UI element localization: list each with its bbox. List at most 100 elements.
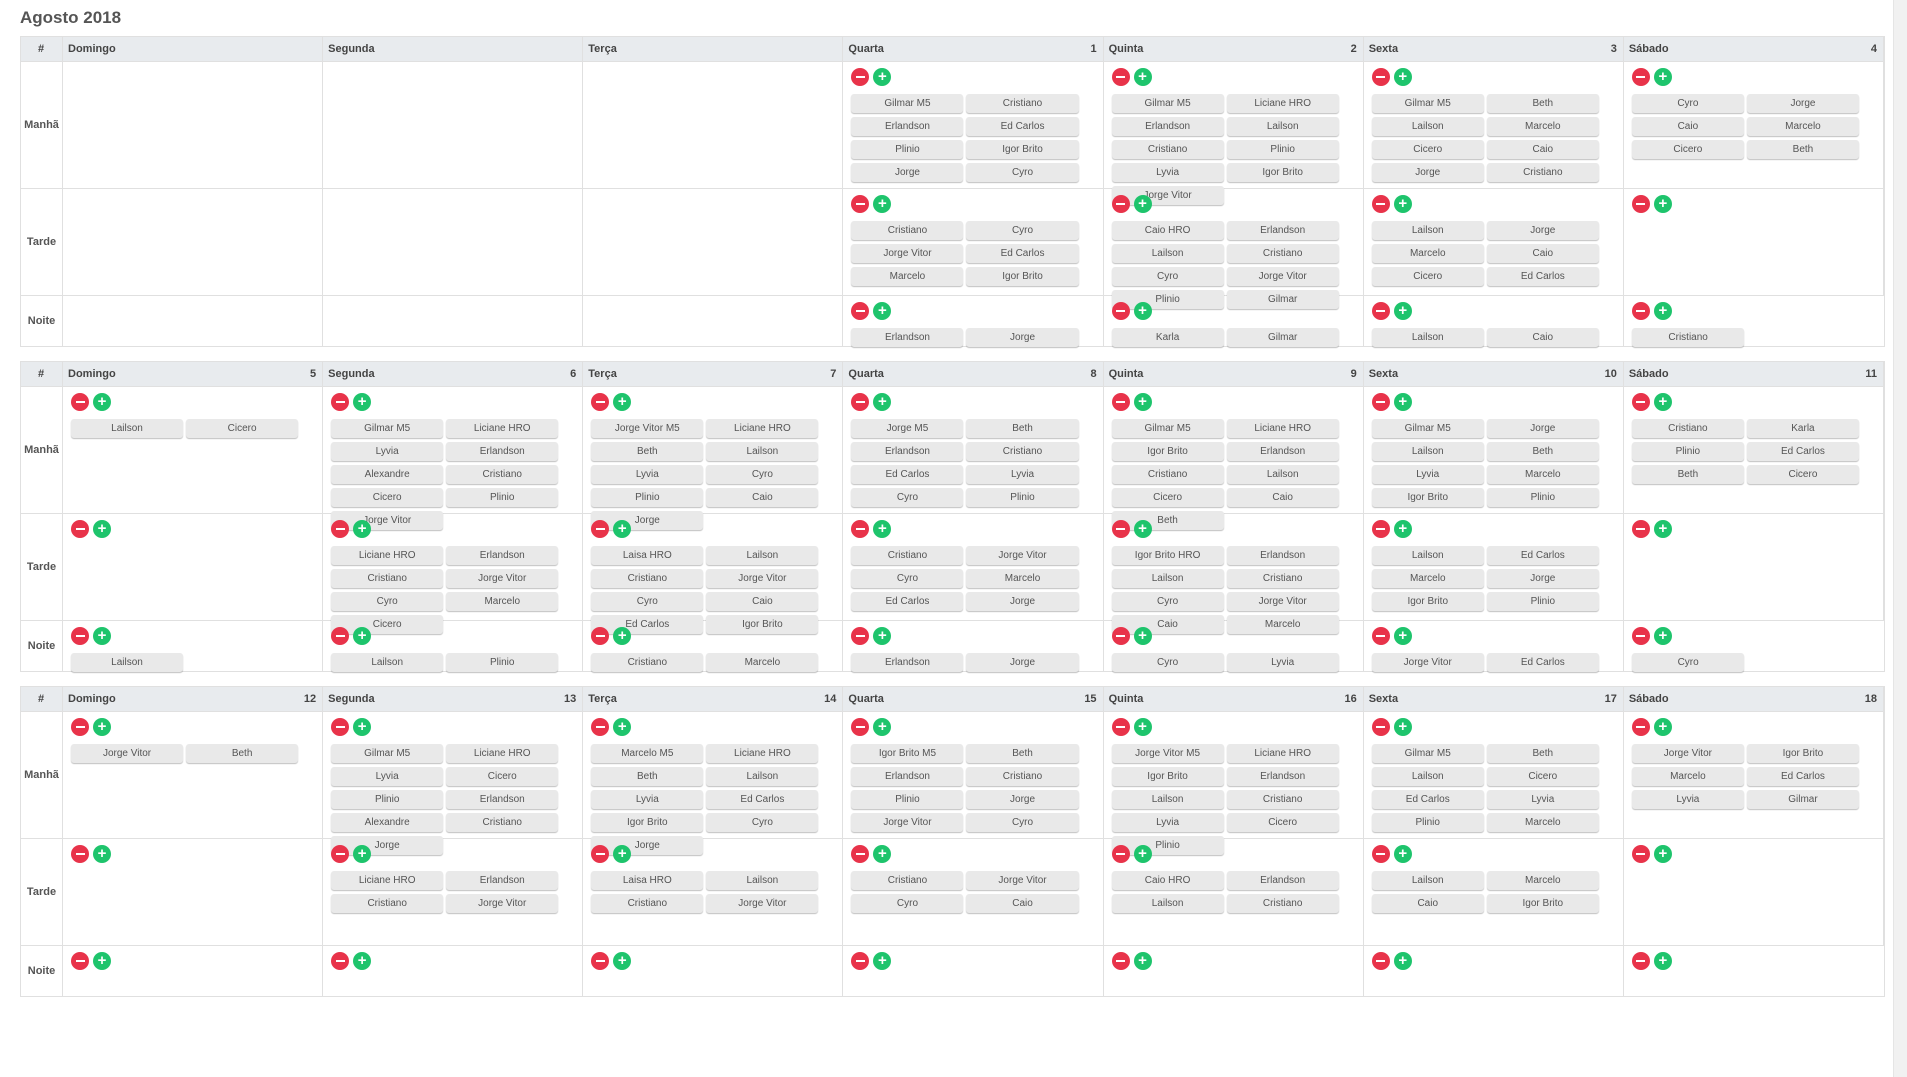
- person-chip[interactable]: Plinio: [1486, 592, 1599, 611]
- person-chip[interactable]: Beth: [1631, 465, 1744, 484]
- remove-button[interactable]: [1111, 952, 1130, 970]
- person-chip[interactable]: Beth: [966, 744, 1079, 763]
- person-chip[interactable]: Cyro: [1111, 653, 1224, 672]
- add-button[interactable]: [1133, 302, 1152, 320]
- person-chip[interactable]: Marcelo: [1486, 871, 1599, 890]
- person-chip[interactable]: Erlandson: [1226, 546, 1339, 565]
- remove-button[interactable]: [1111, 845, 1130, 863]
- remove-button[interactable]: [331, 845, 350, 863]
- person-chip[interactable]: Gilmar M5: [331, 744, 444, 763]
- person-chip[interactable]: Jorge Vitor: [1226, 592, 1339, 611]
- person-chip[interactable]: Plinio: [1226, 140, 1339, 159]
- person-chip[interactable]: Jorge: [966, 592, 1079, 611]
- person-chip[interactable]: Lailson: [706, 546, 819, 565]
- add-button[interactable]: [613, 845, 632, 863]
- add-button[interactable]: [353, 718, 372, 736]
- add-button[interactable]: [1133, 68, 1152, 86]
- remove-button[interactable]: [1631, 845, 1650, 863]
- add-button[interactable]: [353, 393, 372, 411]
- person-chip[interactable]: Caio: [1486, 140, 1599, 159]
- person-chip[interactable]: Beth: [591, 442, 704, 461]
- person-chip[interactable]: Cristiano: [446, 813, 559, 832]
- person-chip[interactable]: Erlandson: [851, 117, 964, 136]
- remove-button[interactable]: [1631, 68, 1650, 86]
- person-chip[interactable]: Liciane HRO: [446, 744, 559, 763]
- person-chip[interactable]: Plinio: [966, 488, 1079, 507]
- person-chip[interactable]: Plinio: [446, 488, 559, 507]
- person-chip[interactable]: Caio: [706, 592, 819, 611]
- person-chip[interactable]: Cicero: [331, 488, 444, 507]
- person-chip[interactable]: Cristiano: [331, 894, 444, 913]
- add-button[interactable]: [353, 627, 372, 645]
- person-chip[interactable]: Caio HRO: [1111, 871, 1224, 890]
- person-chip[interactable]: Cristiano: [591, 894, 704, 913]
- add-button[interactable]: [1393, 393, 1412, 411]
- person-chip[interactable]: Beth: [1486, 94, 1599, 113]
- person-chip[interactable]: Liciane HRO: [706, 744, 819, 763]
- person-chip[interactable]: Jorge: [1486, 419, 1599, 438]
- person-chip[interactable]: Liciane HRO: [331, 871, 444, 890]
- person-chip[interactable]: Erlandson: [1226, 221, 1339, 240]
- person-chip[interactable]: Erlandson: [851, 653, 964, 672]
- add-button[interactable]: [353, 520, 372, 538]
- person-chip[interactable]: Jorge Vitor: [446, 894, 559, 913]
- person-chip[interactable]: Igor Brito: [966, 267, 1079, 286]
- person-chip[interactable]: Cicero: [1226, 813, 1339, 832]
- person-chip[interactable]: Marcelo: [1371, 569, 1484, 588]
- person-chip[interactable]: Jorge: [966, 653, 1079, 672]
- person-chip[interactable]: Marcelo: [706, 653, 819, 672]
- person-chip[interactable]: Erlandson: [446, 790, 559, 809]
- remove-button[interactable]: [71, 952, 89, 970]
- person-chip[interactable]: Cristiano: [591, 653, 704, 672]
- add-button[interactable]: [873, 952, 892, 970]
- remove-button[interactable]: [1371, 952, 1390, 970]
- person-chip[interactable]: Ed Carlos: [1746, 442, 1859, 461]
- person-chip[interactable]: Jorge Vitor: [71, 744, 184, 763]
- person-chip[interactable]: Laisa HRO: [591, 871, 704, 890]
- person-chip[interactable]: Igor Brito: [1371, 592, 1484, 611]
- person-chip[interactable]: Plinio: [331, 790, 444, 809]
- person-chip[interactable]: Cristiano: [1111, 465, 1224, 484]
- remove-button[interactable]: [591, 952, 610, 970]
- add-button[interactable]: [1393, 627, 1412, 645]
- person-chip[interactable]: Lyvia: [591, 790, 704, 809]
- add-button[interactable]: [93, 718, 111, 736]
- person-chip[interactable]: Cristiano: [1226, 244, 1339, 263]
- person-chip[interactable]: Cristiano: [1631, 328, 1745, 347]
- remove-button[interactable]: [71, 520, 89, 538]
- person-chip[interactable]: Igor Brito: [966, 140, 1079, 159]
- person-chip[interactable]: Igor Brito: [1111, 442, 1224, 461]
- remove-button[interactable]: [1371, 520, 1390, 538]
- remove-button[interactable]: [591, 627, 610, 645]
- person-chip[interactable]: Jorge Vitor: [446, 569, 559, 588]
- person-chip[interactable]: Lyvia: [331, 767, 444, 786]
- person-chip[interactable]: Plinio: [851, 140, 964, 159]
- person-chip[interactable]: Jorge: [1371, 163, 1484, 182]
- add-button[interactable]: [93, 393, 111, 411]
- add-button[interactable]: [1653, 195, 1672, 213]
- remove-button[interactable]: [591, 520, 610, 538]
- remove-button[interactable]: [1631, 520, 1650, 538]
- person-chip[interactable]: Lyvia: [1226, 653, 1339, 672]
- remove-button[interactable]: [331, 520, 350, 538]
- person-chip[interactable]: Cristiano: [1226, 790, 1339, 809]
- remove-button[interactable]: [1631, 393, 1650, 411]
- person-chip[interactable]: Cristiano: [331, 569, 444, 588]
- person-chip[interactable]: Cicero: [1371, 267, 1484, 286]
- remove-button[interactable]: [851, 393, 870, 411]
- person-chip[interactable]: Igor Brito HRO: [1111, 546, 1224, 565]
- add-button[interactable]: [873, 393, 892, 411]
- person-chip[interactable]: Beth: [1486, 442, 1599, 461]
- add-button[interactable]: [1133, 393, 1152, 411]
- person-chip[interactable]: Jorge Vitor: [1371, 653, 1484, 672]
- add-button[interactable]: [1133, 952, 1152, 970]
- person-chip[interactable]: Marcelo: [851, 267, 964, 286]
- person-chip[interactable]: Cyro: [851, 894, 964, 913]
- person-chip[interactable]: Cyro: [1111, 267, 1224, 286]
- person-chip[interactable]: Ed Carlos: [1486, 653, 1599, 672]
- add-button[interactable]: [1393, 195, 1412, 213]
- add-button[interactable]: [1393, 302, 1412, 320]
- person-chip[interactable]: Ed Carlos: [1746, 767, 1859, 786]
- person-chip[interactable]: Cyro: [1631, 94, 1744, 113]
- person-chip[interactable]: Cyro: [966, 813, 1079, 832]
